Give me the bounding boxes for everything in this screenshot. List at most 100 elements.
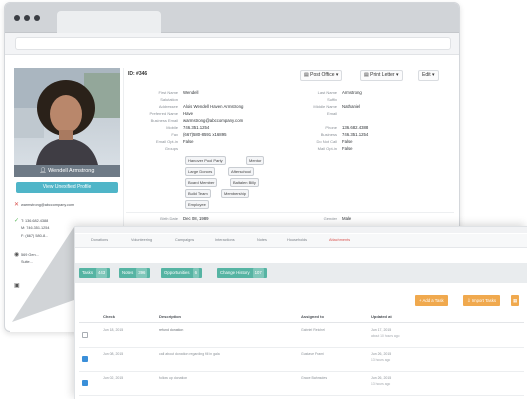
opportunities-summary-button[interactable]: Opportunities 6 <box>161 268 202 278</box>
chevron-down-icon: ▾ <box>394 72 399 78</box>
table-row[interactable]: Jun 18, 2015 refund donation Gabriel Rei… <box>79 324 524 348</box>
window-maximize-dot[interactable] <box>34 15 40 21</box>
summary-count: 6 <box>192 268 199 278</box>
contact-address-line2: Suite... <box>21 260 33 264</box>
change-history-summary-button[interactable]: Change History 107 <box>217 268 267 278</box>
calendar-icon: ▣ <box>14 283 20 289</box>
table-row[interactable]: Jun 08, 2015 call about donation regardi… <box>79 348 524 372</box>
more-button[interactable]: ▦ <box>511 295 520 306</box>
summary-label: Notes <box>122 270 134 275</box>
print-letter-label: Print Letter <box>370 72 395 78</box>
field-value: False <box>342 139 353 144</box>
group-tag[interactable]: Employee <box>185 200 209 209</box>
browser-toolbar <box>5 33 459 55</box>
cell-assigned: Grace Bahnsdes <box>301 376 328 380</box>
related-records-panel: Donations Volunteering Campaigns Interac… <box>74 226 527 399</box>
post-office-button[interactable]: ▤ Post Office ▾ <box>300 70 343 81</box>
cell-check: Jun 02, 2015 <box>103 376 124 380</box>
print-letter-button[interactable]: ▤ Print Letter ▾ <box>360 70 403 81</box>
group-tag[interactable]: Board Member <box>185 178 218 187</box>
section-divider <box>126 212 454 213</box>
field-label: Addressee <box>158 104 178 109</box>
table-header-divider <box>79 322 524 323</box>
window-minimize-dot[interactable] <box>24 15 30 21</box>
contact-phone-m[interactable]: M: 746.351.1254 <box>21 226 50 231</box>
column-header-description[interactable]: Description <box>159 314 181 319</box>
field-value[interactable]: warmstrong@abccompany.com <box>183 118 243 123</box>
field-value: Armstrong <box>342 90 362 95</box>
row-checkbox[interactable] <box>82 380 88 386</box>
calendar-row: ▣ <box>14 283 21 289</box>
field-label: Do Not Call <box>316 139 337 144</box>
tab-donations[interactable]: Donations <box>91 238 108 242</box>
birth-date-value: Dec 08, 1989 <box>183 216 209 221</box>
summary-count: 107 <box>252 268 264 278</box>
related-tabs: Donations Volunteering Campaigns Interac… <box>75 234 527 248</box>
field-label: Email <box>326 111 337 116</box>
summary-count: 396 <box>136 268 148 278</box>
contact-name-bar: 👤︎ Wendell Armstrong <box>14 165 120 177</box>
phone-row-fax: F: (667) 580-8... <box>21 234 48 240</box>
browser-tab[interactable] <box>57 11 161 33</box>
cell-updated-relative: about 10 hours ago <box>371 334 400 338</box>
phone-row-mobile: M: 746.351.1254 <box>21 226 50 232</box>
edit-button[interactable]: Edit ▾ <box>418 70 439 81</box>
cell-assigned: Gabriel Reichel <box>301 328 325 332</box>
row-checkbox[interactable] <box>82 332 88 338</box>
panel-top-strip <box>75 227 527 233</box>
field-label: Salutation <box>160 97 178 102</box>
add-task-button[interactable]: + Add a Task <box>415 295 448 306</box>
group-tag[interactable]: Build Team <box>185 189 211 198</box>
field-label: Last Name <box>317 90 337 95</box>
group-tag[interactable]: Membership <box>221 189 250 198</box>
cell-assigned: Gustave Frami <box>301 352 324 356</box>
contact-phone-f[interactable]: F: (667) 580-8... <box>21 234 48 239</box>
tasks-summary-button[interactable]: Tasks 443 <box>79 268 111 278</box>
summary-label: Opportunities <box>164 270 190 275</box>
group-tag[interactable]: Mentor <box>246 156 265 165</box>
screenshot-stage: 👤︎ Wendell Armstrong View Unexified Prof… <box>0 0 527 399</box>
field-label: Preferred Name <box>149 111 178 116</box>
field-label: Suffix <box>327 97 337 102</box>
tab-interactions[interactable]: Interactions <box>215 238 235 242</box>
cell-updated: Jun 17, 2015 <box>371 328 392 332</box>
tab-attachments[interactable]: Attachments <box>329 238 350 242</box>
column-header-check[interactable]: Check <box>103 314 115 319</box>
field-label: Mail Opt-in <box>317 146 337 151</box>
cell-check: Jun 18, 2015 <box>103 328 124 332</box>
post-office-label: Post Office <box>310 72 335 78</box>
close-icon[interactable]: ✕ <box>14 202 21 208</box>
column-header-assigned[interactable]: Assigned to <box>301 314 324 319</box>
gender-value: Male <box>342 216 352 221</box>
view-profile-button[interactable]: View Unexified Profile <box>16 182 118 193</box>
summary-count: 443 <box>95 268 108 278</box>
column-header-updated[interactable]: Updated at <box>371 314 392 319</box>
field-label: Business <box>320 132 337 137</box>
group-tag[interactable]: Large Donors <box>185 167 216 176</box>
field-label: Middle Name <box>313 104 337 109</box>
import-tasks-button[interactable]: ⇩ Import Tasks <box>463 295 501 306</box>
cell-description[interactable]: call about donation regarding fill in ga… <box>159 352 220 356</box>
group-tag[interactable]: Hanover Pool Party <box>185 156 226 165</box>
row-checkbox[interactable] <box>82 356 88 362</box>
contact-email[interactable]: warmstrong@abccompany.com <box>21 203 74 208</box>
group-tag[interactable]: Baltalen Billy <box>230 178 259 187</box>
cell-description[interactable]: refund donation <box>159 328 183 332</box>
field-label: Mobile <box>166 125 178 130</box>
cell-check: Jun 08, 2015 <box>103 352 124 356</box>
tab-households[interactable]: Households <box>287 238 307 242</box>
user-icon: 👤︎ <box>39 168 49 174</box>
contact-phone-t[interactable]: T: 136.682.4388 <box>21 219 48 224</box>
tab-campaigns[interactable]: Campaigns <box>175 238 194 242</box>
field-value: 746.351.1254 <box>342 132 369 137</box>
chevron-down-icon: ▾ <box>430 72 435 78</box>
cell-description[interactable]: follow up donation <box>159 376 187 380</box>
address-field[interactable] <box>15 37 451 50</box>
tab-notes[interactable]: Notes <box>257 238 267 242</box>
window-close-dot[interactable] <box>14 15 20 21</box>
table-row[interactable]: Jun 02, 2015 follow up donation Grace Ba… <box>79 372 524 396</box>
group-tag[interactable]: Afterschool <box>228 167 255 176</box>
notes-summary-button[interactable]: Notes 396 <box>119 268 151 278</box>
edit-label: Edit <box>422 72 431 78</box>
tab-volunteering[interactable]: Volunteering <box>131 238 152 242</box>
